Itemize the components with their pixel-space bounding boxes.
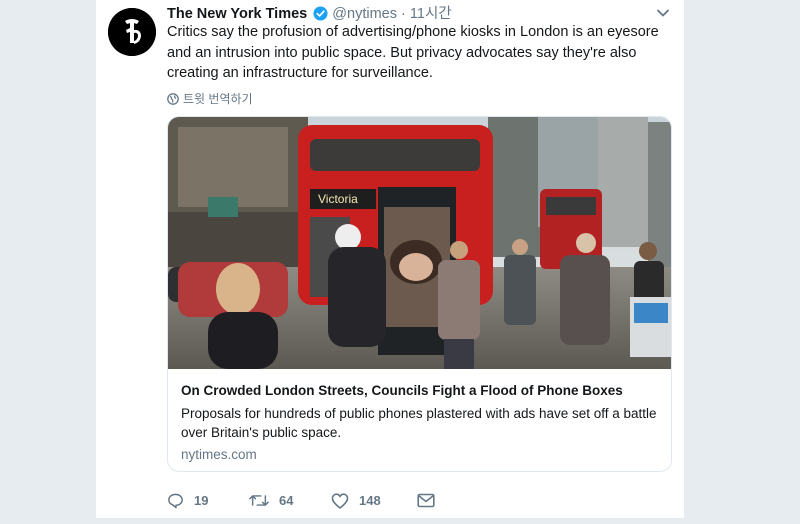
like-icon (331, 492, 349, 509)
chevron-down-icon (657, 9, 669, 17)
like-button[interactable]: 148 (331, 492, 417, 509)
nyt-avatar[interactable] (108, 8, 156, 56)
meta-separator: · (401, 6, 406, 22)
link-card[interactable]: Victoria On Crowded London Streets, Coun… (167, 116, 672, 472)
direct-message-button[interactable] (417, 493, 435, 508)
tweet-actions: 19 64 148 (167, 492, 435, 509)
globe-icon (167, 92, 179, 105)
direct-message-icon (417, 493, 435, 508)
card-domain: nytimes.com (181, 447, 257, 462)
tweet[interactable]: The New York Times @nytimes · 11시간 Criti… (96, 0, 684, 524)
author-name[interactable]: The New York Times (167, 6, 307, 22)
tweet-timestamp[interactable]: 11시간 (410, 6, 452, 22)
nyt-logo-icon (108, 8, 156, 56)
tweet-text: Critics say the profusion of advertising… (167, 24, 659, 81)
card-image: Victoria (168, 117, 671, 369)
translate-tweet-link[interactable]: 트윗 번역하기 (167, 90, 253, 107)
retweet-button[interactable]: 64 (249, 492, 331, 509)
retweet-count: 64 (279, 493, 294, 508)
card-title[interactable]: On Crowded London Streets, Councils Figh… (181, 382, 661, 400)
reply-count: 19 (194, 493, 209, 508)
reply-icon (168, 493, 183, 509)
retweet-icon (249, 495, 269, 506)
like-count: 148 (359, 493, 381, 508)
reply-button[interactable]: 19 (167, 492, 249, 509)
translate-label: 트윗 번역하기 (183, 92, 253, 106)
feed-divider (96, 518, 684, 524)
bus-destination: Victoria (318, 192, 358, 206)
card-description: Proposals for hundreds of public phones … (181, 406, 657, 440)
author-handle[interactable]: @nytimes (332, 6, 397, 22)
